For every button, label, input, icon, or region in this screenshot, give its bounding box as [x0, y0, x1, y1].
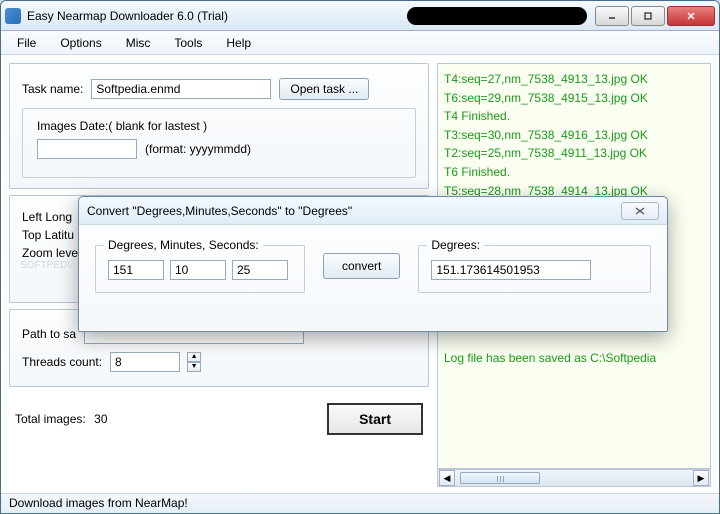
images-date-group: Images Date:( blank for lastest ) (forma…: [22, 108, 416, 178]
dms-fieldset: Degrees, Minutes, Seconds:: [95, 245, 305, 293]
start-button[interactable]: Start: [327, 403, 423, 435]
result-input[interactable]: [431, 260, 591, 280]
scroll-thumb[interactable]: [460, 472, 540, 484]
images-date-format: (format: yyyymmdd): [145, 142, 251, 156]
log-hscrollbar[interactable]: ◀ ▶: [437, 469, 711, 487]
convert-button[interactable]: convert: [323, 253, 400, 279]
task-name-input[interactable]: [91, 79, 271, 99]
menu-options[interactable]: Options: [50, 34, 111, 52]
images-date-label: Images Date:( blank for lastest ): [37, 119, 401, 133]
zoom-label: Zoom leve: [22, 246, 78, 260]
scroll-left-icon[interactable]: ◀: [439, 470, 455, 486]
redaction-bar: [407, 7, 587, 25]
seconds-input[interactable]: [232, 260, 288, 280]
dialog-titlebar: Convert "Degrees,Minutes,Seconds" to "De…: [79, 197, 667, 225]
open-task-button[interactable]: Open task ...: [279, 78, 369, 100]
menu-file[interactable]: File: [7, 34, 46, 52]
images-date-input[interactable]: [37, 139, 137, 159]
task-name-label: Task name:: [22, 82, 83, 96]
threads-input[interactable]: [110, 352, 180, 372]
degrees-legend: Degrees:: [427, 238, 484, 252]
scroll-track[interactable]: [456, 471, 692, 485]
convert-dialog: Convert "Degrees,Minutes,Seconds" to "De…: [78, 196, 668, 332]
dms-legend: Degrees, Minutes, Seconds:: [104, 238, 263, 252]
dialog-body: Degrees, Minutes, Seconds: convert Degre…: [79, 225, 667, 307]
degrees-input[interactable]: [108, 260, 164, 280]
top-lat-label: Top Latitu: [22, 228, 74, 242]
path-label: Path to sa: [22, 327, 76, 341]
dialog-close-button[interactable]: [621, 202, 659, 220]
maximize-button[interactable]: [631, 6, 665, 26]
total-images-label: Total images:: [15, 412, 86, 426]
window-buttons: [595, 6, 715, 26]
app-icon: [5, 8, 21, 24]
threads-spinner[interactable]: ▲▼: [187, 352, 201, 372]
titlebar: Easy Nearmap Downloader 6.0 (Trial): [1, 1, 719, 31]
window-title: Easy Nearmap Downloader 6.0 (Trial): [27, 9, 407, 23]
scroll-right-icon[interactable]: ▶: [693, 470, 709, 486]
minutes-input[interactable]: [170, 260, 226, 280]
close-button[interactable]: [667, 6, 715, 26]
total-images: Total images: 30: [15, 410, 108, 428]
task-group: Task name: Open task ... Images Date:( b…: [9, 63, 429, 189]
dialog-title: Convert "Degrees,Minutes,Seconds" to "De…: [87, 204, 621, 218]
threads-label: Threads count:: [22, 355, 102, 369]
menu-tools[interactable]: Tools: [164, 34, 212, 52]
menubar: File Options Misc Tools Help: [1, 31, 719, 55]
total-images-value: 30: [94, 412, 107, 426]
menu-misc[interactable]: Misc: [116, 34, 161, 52]
statusbar: Download images from NearMap!: [1, 493, 719, 513]
left-long-label: Left Long: [22, 210, 72, 224]
menu-help[interactable]: Help: [216, 34, 261, 52]
minimize-button[interactable]: [595, 6, 629, 26]
degrees-fieldset: Degrees:: [418, 245, 651, 293]
